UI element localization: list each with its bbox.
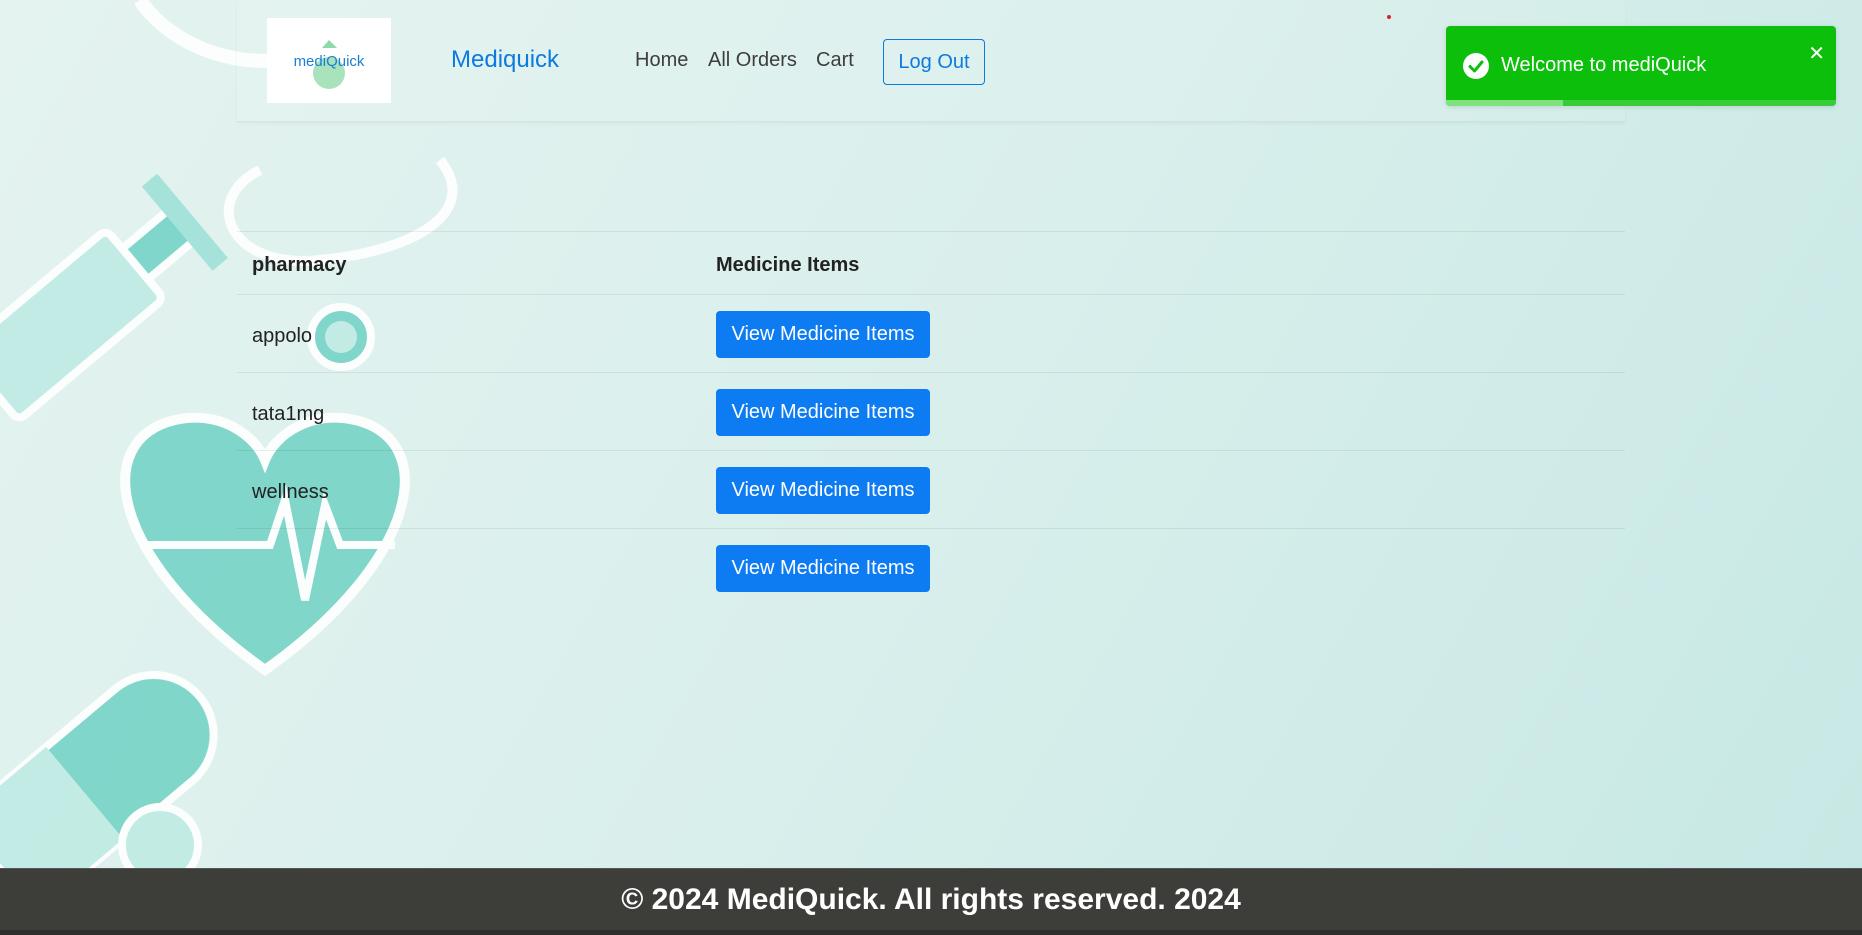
pharmacy-name: wellness [252, 481, 329, 503]
check-circle-icon [1463, 53, 1489, 79]
status-dot [1387, 15, 1391, 19]
nav-all-orders-link[interactable]: All Orders [708, 49, 797, 72]
toast-progress-fill [1446, 100, 1563, 106]
logo[interactable]: mediQuick [267, 18, 391, 103]
pharmacy-name: appolo [252, 325, 313, 347]
header-medicine-items: Medicine Items [716, 254, 860, 276]
welcome-toast: Welcome to mediQuick ✕ [1446, 26, 1836, 106]
pharmacy-name: tata1mg [252, 403, 325, 425]
logo-text: mediQuick [293, 53, 365, 70]
view-medicine-items-button[interactable]: View Medicine Items [716, 467, 930, 514]
table-row: View Medicine Items [237, 528, 1625, 606]
footer-copyright: © 2024 MediQuick. All rights reserved. 2… [621, 883, 1241, 916]
nav-home-link[interactable]: Home [635, 49, 688, 72]
footer-bottom-strip [0, 930, 1862, 935]
pharmacy-table: pharmacy Medicine Items appolo View Medi… [237, 231, 1625, 606]
table-header-row: pharmacy Medicine Items [237, 231, 1625, 294]
table-row: tata1mg View Medicine Items [237, 372, 1625, 450]
table-row: wellness View Medicine Items [237, 450, 1625, 528]
view-medicine-items-button[interactable]: View Medicine Items [716, 389, 930, 436]
navbar: mediQuick Mediquick Home All Orders Cart… [237, 0, 1625, 122]
toast-message: Welcome to mediQuick [1501, 54, 1707, 76]
toast-progress-bar [1446, 100, 1836, 106]
logout-button[interactable]: Log Out [883, 39, 985, 85]
table-row: appolo View Medicine Items [237, 294, 1625, 372]
view-medicine-items-button[interactable]: View Medicine Items [716, 311, 930, 358]
close-icon[interactable]: ✕ [1808, 41, 1825, 66]
nav-cart-link[interactable]: Cart [816, 49, 854, 72]
brand-link[interactable]: Mediquick [451, 46, 559, 74]
header-pharmacy: pharmacy [252, 254, 347, 276]
view-medicine-items-button[interactable]: View Medicine Items [716, 545, 930, 592]
footer: © 2024 MediQuick. All rights reserved. 2… [0, 868, 1862, 935]
